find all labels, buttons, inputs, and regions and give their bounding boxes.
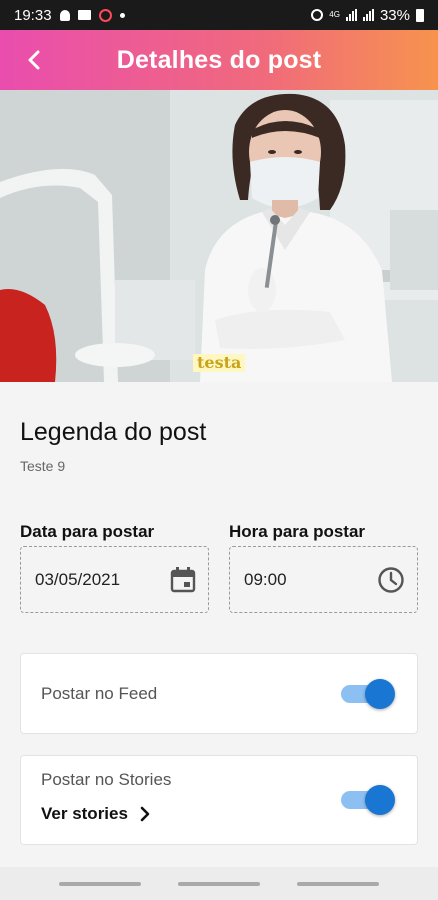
- back-button[interactable]: [18, 44, 50, 76]
- stories-label: Postar no Stories: [41, 770, 172, 789]
- date-value: 03/05/2021: [35, 569, 121, 589]
- caption-text: Teste 9: [20, 458, 66, 474]
- chevron-right-icon: [140, 806, 150, 822]
- battery-percent: 33%: [379, 6, 410, 24]
- battery-icon: [416, 8, 424, 22]
- app-notification-icon: [98, 8, 112, 22]
- nav-back-button[interactable]: [297, 881, 380, 886]
- network-type: 4G: [329, 10, 340, 19]
- feed-toggle[interactable]: [341, 679, 395, 709]
- status-time: 19:33: [14, 6, 52, 24]
- stories-toggle[interactable]: [341, 785, 395, 815]
- mail-icon: [77, 10, 91, 20]
- stories-option-card: Postar no Stories Ver stories: [20, 755, 418, 845]
- view-stories-link[interactable]: Ver stories: [41, 804, 150, 824]
- signal-icon: [362, 9, 374, 21]
- page-title: Detalhes do post: [116, 45, 322, 74]
- post-details-content: Legenda do post Teste 9 Data para postar…: [0, 382, 438, 867]
- time-label: Hora para postar: [229, 522, 366, 541]
- time-value: 09:00: [244, 569, 287, 589]
- date-label: Data para postar: [20, 522, 155, 541]
- dentist-photo: [0, 90, 438, 382]
- caption-heading: Legenda do post: [20, 418, 207, 446]
- feed-option-card: Postar no Feed: [20, 653, 418, 734]
- time-field[interactable]: 09:00: [229, 546, 418, 613]
- app-bar: Detalhes do post: [0, 30, 438, 90]
- chevron-left-icon: [28, 50, 40, 70]
- status-bar: 19:33 4G 33%: [0, 0, 438, 30]
- signal-icon: [345, 9, 357, 21]
- date-field[interactable]: 03/05/2021: [20, 546, 209, 613]
- view-stories-label: Ver stories: [41, 804, 128, 823]
- nav-home-button[interactable]: [177, 881, 260, 886]
- calendar-icon[interactable]: [170, 566, 196, 594]
- nav-recents-button[interactable]: [58, 881, 141, 886]
- post-image: [0, 90, 438, 382]
- image-caption-overlay: testa: [193, 354, 246, 372]
- feed-label: Postar no Feed: [41, 684, 158, 703]
- alarm-icon: [311, 9, 324, 21]
- dot-icon: [119, 12, 125, 18]
- system-nav-bar: [0, 867, 438, 900]
- clock-icon[interactable]: [377, 566, 405, 594]
- bell-icon: [59, 9, 70, 21]
